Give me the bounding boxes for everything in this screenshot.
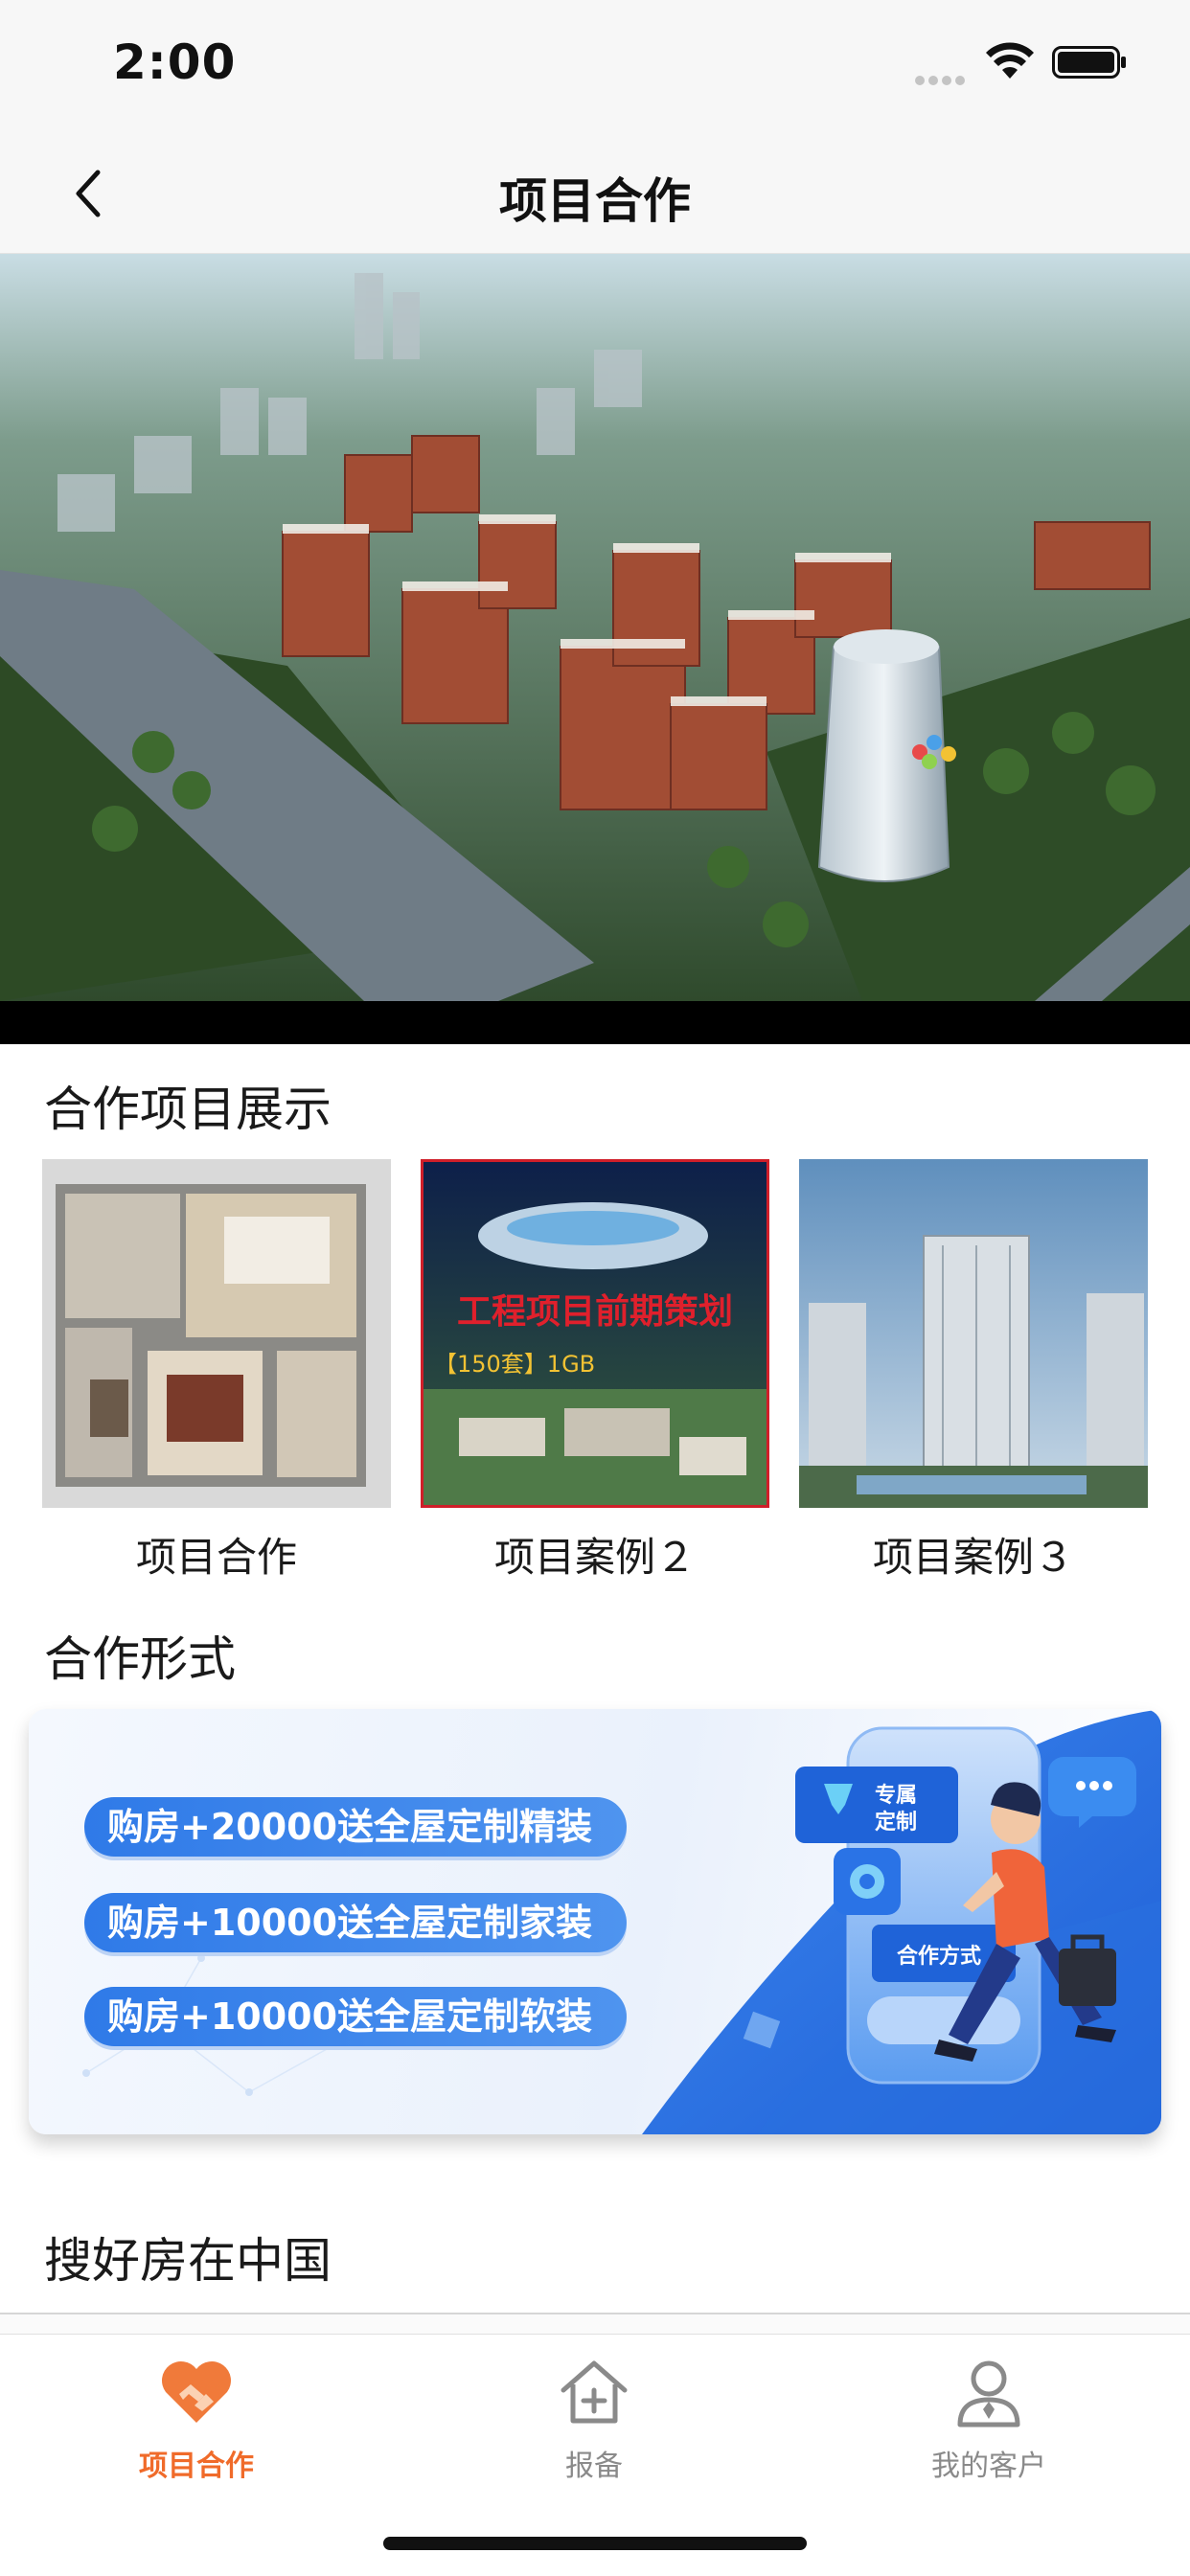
wifi-icon bbox=[986, 42, 1034, 79]
panel-label: 合作方式 bbox=[897, 1945, 982, 1969]
engineering-planning-image bbox=[421, 1159, 769, 1508]
banner-carousel[interactable] bbox=[0, 254, 1190, 1044]
project-card-label: 项目案例３ bbox=[872, 1534, 1074, 1581]
project-card-label: 项目案例２ bbox=[493, 1534, 696, 1581]
house-plus-icon bbox=[561, 2360, 628, 2424]
project-card-2[interactable]: 工程项目前期策划 【150套】1GB 项目案例２ bbox=[421, 1159, 769, 1584]
overlay-subtitle: 【150套】1GB bbox=[434, 1351, 596, 1378]
tab-project-cooperation[interactable]: 项目合作 bbox=[72, 2352, 321, 2484]
tab-my-customers[interactable]: 我的客户 bbox=[864, 2352, 1113, 2484]
overlay-title: 工程项目前期策划 bbox=[456, 1292, 733, 1332]
brand-section-title: 搜好房在中国 bbox=[44, 2233, 332, 2289]
home-indicator bbox=[383, 2537, 807, 2550]
tab-report[interactable]: 报备 bbox=[469, 2352, 719, 2484]
tab-label: 项目合作 bbox=[139, 2450, 254, 2483]
tab-label: 我的客户 bbox=[931, 2450, 1046, 2483]
page-title: 项目合作 bbox=[499, 173, 691, 229]
tab-label: 报备 bbox=[565, 2450, 623, 2483]
content-peek-divider bbox=[0, 2313, 1190, 2336]
nav-bar: 项目合作 bbox=[0, 134, 1190, 254]
battery-icon bbox=[1052, 46, 1126, 79]
offer-pill-1: 购房+20000送全屋定制精装 bbox=[84, 1797, 628, 1857]
project-card-3[interactable]: 项目案例３ bbox=[799, 1159, 1148, 1584]
projects-section-title: 合作项目展示 bbox=[44, 1082, 332, 1137]
floor-plan-image bbox=[42, 1159, 391, 1508]
signal-icon bbox=[915, 71, 969, 89]
cooperation-banner[interactable]: 购房+20000送全屋定制精装 购房+10000送全屋定制家装 购房+10000… bbox=[29, 1709, 1161, 2134]
offer-pill-2: 购房+10000送全屋定制家装 bbox=[84, 1893, 628, 1952]
badge-line-2: 定制 bbox=[875, 1811, 918, 1835]
highrise-building-image bbox=[799, 1159, 1148, 1508]
user-icon bbox=[957, 2360, 1020, 2428]
status-time: 2:00 bbox=[113, 34, 237, 90]
project-card-1[interactable]: 项目合作 bbox=[42, 1159, 391, 1584]
aerial-city-image bbox=[0, 254, 1190, 1001]
cooperation-section-title: 合作形式 bbox=[44, 1631, 236, 1687]
project-list: 项目合作 工程项目前期策划 【150套】1GB 项目案例２ 项目案例３ bbox=[42, 1159, 1149, 1581]
status-bar: 2:00 bbox=[0, 0, 1190, 134]
project-card-label: 项目合作 bbox=[135, 1534, 297, 1581]
offer-pill-3: 购房+10000送全屋定制软装 bbox=[84, 1987, 628, 2046]
handshake-heart-icon bbox=[162, 2361, 231, 2423]
